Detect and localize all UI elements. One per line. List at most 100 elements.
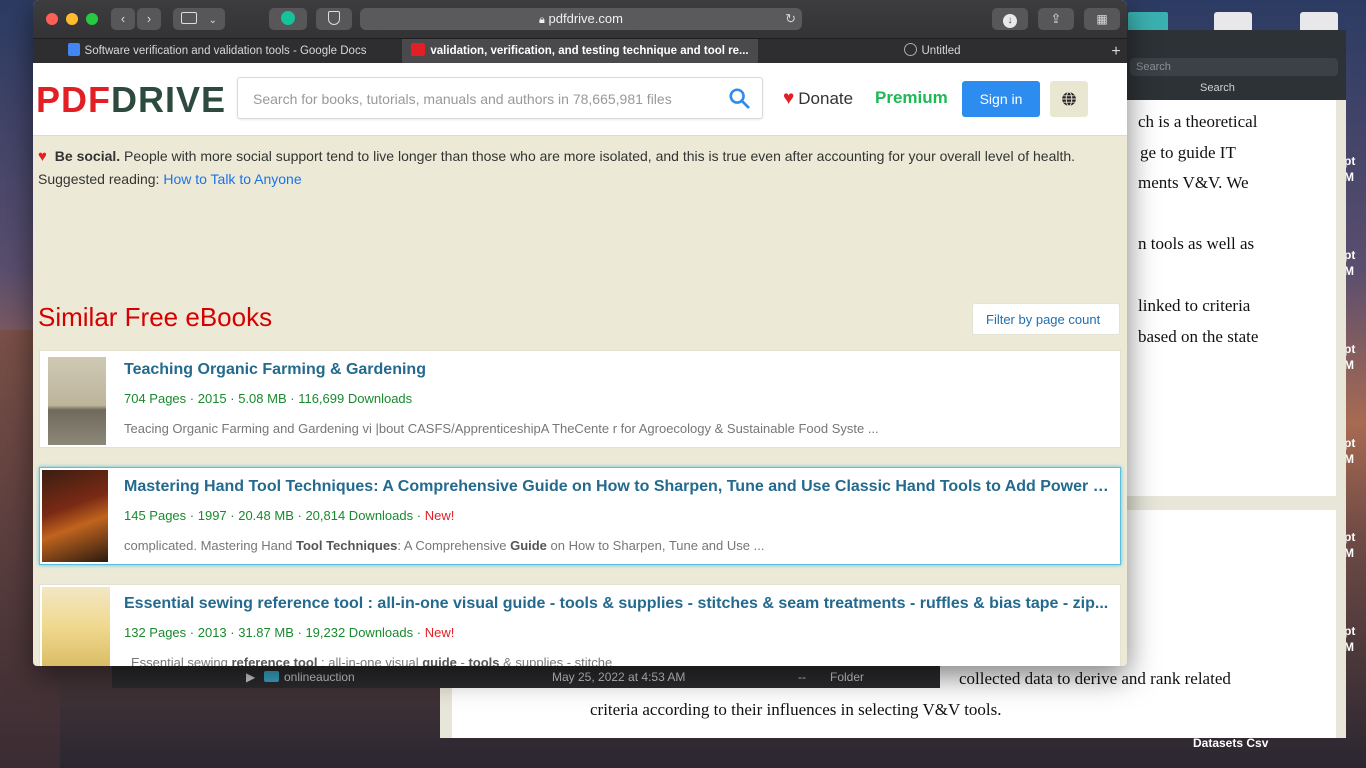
donate-link[interactable]: ♥ Donate bbox=[783, 88, 853, 110]
document-text-line: ge to guide IT bbox=[1140, 143, 1236, 162]
desktop-label: pt bbox=[1344, 154, 1356, 168]
book-title[interactable]: Teaching Organic Farming & Gardening bbox=[124, 361, 1114, 379]
language-button[interactable] bbox=[1050, 81, 1088, 117]
book-title[interactable]: Mastering Hand Tool Techniques: A Compre… bbox=[124, 478, 1114, 496]
book-cover-image[interactable] bbox=[48, 357, 106, 445]
book-downloads: 20,814 Downloads bbox=[305, 508, 414, 523]
search-icon[interactable] bbox=[728, 87, 750, 109]
heart-icon: ♥ bbox=[38, 148, 47, 165]
grid-icon: ▦ bbox=[1096, 12, 1108, 26]
book-description: complicated. Mastering Hand Tool Techniq… bbox=[124, 538, 765, 553]
tab-overview-button[interactable]: ▦ bbox=[1084, 8, 1120, 30]
forward-button[interactable]: › bbox=[137, 8, 161, 30]
book-meta: 704 Pages · 2015 · 5.08 MB · 116,699 Dow… bbox=[124, 391, 413, 406]
site-logo[interactable]: PDFDRIVE bbox=[36, 79, 226, 121]
similar-ebooks-heading: Similar Free eBooks bbox=[38, 302, 273, 332]
book-title[interactable]: Essential sewing reference tool : all-in… bbox=[124, 595, 1114, 613]
desktop-label: M bbox=[1344, 546, 1354, 560]
book-downloads: 19,232 Downloads bbox=[305, 625, 414, 640]
new-tab-button[interactable]: + bbox=[1105, 39, 1127, 64]
zoom-window-button[interactable] bbox=[86, 13, 98, 25]
share-icon: ⇪ bbox=[1050, 11, 1062, 26]
disclosure-triangle-icon[interactable]: ▶ bbox=[246, 670, 255, 684]
privacy-report-button[interactable] bbox=[316, 8, 352, 30]
book-year: 2013 bbox=[197, 625, 227, 640]
desktop-label: pt bbox=[1344, 624, 1356, 638]
logo-pdf-text: PDF bbox=[36, 79, 111, 120]
book-card[interactable]: Teaching Organic Farming & Gardening 704… bbox=[39, 350, 1121, 448]
document-text-line: linked to criteria bbox=[1138, 296, 1251, 315]
browser-toolbar: ‹ › ⌄ 🔒︎ pdfdrive.com ↻ ↓ ⇪ ▦ bbox=[33, 0, 1127, 38]
book-year: 2015 bbox=[197, 391, 227, 406]
finder-list-row[interactable]: ▶ onlineauction May 25, 2022 at 4:53 AM … bbox=[112, 666, 940, 688]
lock-icon: 🔒︎ bbox=[539, 14, 545, 26]
book-meta: 145 Pages · 1997 · 20.48 MB · 20,814 Dow… bbox=[124, 508, 455, 523]
finder-item-date: May 25, 2022 at 4:53 AM bbox=[552, 670, 686, 684]
premium-link[interactable]: Premium bbox=[875, 88, 948, 108]
desktop-folder-label[interactable]: Datasets Csv bbox=[1193, 736, 1268, 750]
book-card[interactable]: Mastering Hand Tool Techniques: A Compre… bbox=[39, 467, 1121, 565]
book-pages: 145 Pages bbox=[124, 508, 187, 523]
book-size: 20.48 MB bbox=[238, 508, 294, 523]
minimize-window-button[interactable] bbox=[66, 13, 78, 25]
book-card[interactable]: Essential sewing reference tool : all-in… bbox=[39, 584, 1121, 666]
sidebar-icon bbox=[180, 12, 197, 24]
pdfdrive-icon bbox=[411, 43, 426, 56]
book-cover-image[interactable] bbox=[42, 470, 108, 562]
sidebar-toggle-button[interactable]: ⌄ bbox=[173, 8, 225, 30]
sign-in-button[interactable]: Sign in bbox=[962, 81, 1040, 117]
tab-pdfdrive[interactable]: validation, verification, and testing te… bbox=[402, 39, 758, 64]
chevron-right-icon: › bbox=[146, 11, 152, 26]
finder-item-kind: Folder bbox=[830, 670, 865, 684]
address-bar-url: pdfdrive.com bbox=[548, 11, 623, 26]
desktop-label: pt bbox=[1344, 436, 1356, 450]
book-downloads: 116,699 Downloads bbox=[298, 391, 413, 406]
book-pages: 704 Pages bbox=[124, 391, 187, 406]
book-year: 1997 bbox=[197, 508, 227, 523]
tab-google-docs[interactable]: Software verification and validation too… bbox=[33, 39, 401, 64]
compass-icon bbox=[903, 43, 917, 56]
book-size: 31.87 MB bbox=[238, 625, 294, 640]
globe-icon bbox=[1062, 91, 1076, 107]
finder-item-size: -- bbox=[798, 670, 806, 684]
tab-untitled[interactable]: Untitled bbox=[759, 39, 1105, 64]
tab-label: validation, verification, and testing te… bbox=[430, 45, 749, 57]
desktop-label: M bbox=[1344, 452, 1354, 466]
document-text-line: based on the state bbox=[1138, 327, 1259, 346]
close-window-button[interactable] bbox=[46, 13, 58, 25]
document-text-line: n tools as well as bbox=[1138, 234, 1255, 253]
browser-window[interactable]: ‹ › ⌄ 🔒︎ pdfdrive.com ↻ ↓ ⇪ ▦ Software v… bbox=[33, 0, 1127, 666]
document-search-input[interactable]: Search bbox=[1130, 58, 1338, 76]
desktop-label: pt bbox=[1344, 530, 1356, 544]
new-badge: New! bbox=[424, 508, 455, 523]
chevron-down-icon: ⌄ bbox=[208, 15, 217, 26]
grammarly-icon bbox=[281, 11, 295, 25]
tab-label: Untitled bbox=[921, 45, 961, 57]
desktop-label: M bbox=[1344, 358, 1354, 372]
book-description: Essential sewing reference tool : all-in… bbox=[131, 655, 613, 666]
book-meta: 132 Pages · 2013 · 31.87 MB · 19,232 Dow… bbox=[124, 625, 455, 640]
search-box bbox=[237, 77, 763, 120]
share-button[interactable]: ⇪ bbox=[1038, 8, 1074, 30]
filter-label: Filter by page count bbox=[986, 312, 1101, 327]
document-text-line: criteria according to their influences i… bbox=[590, 700, 1002, 719]
grammarly-extension-button[interactable] bbox=[269, 8, 307, 30]
reload-icon[interactable]: ↻ bbox=[785, 8, 796, 30]
book-cover-image[interactable] bbox=[42, 587, 110, 666]
download-icon: ↓ bbox=[1003, 14, 1017, 28]
document-text-line: ch is a theoretical bbox=[1138, 112, 1258, 131]
back-button[interactable]: ‹ bbox=[111, 8, 135, 30]
search-input[interactable] bbox=[238, 78, 725, 120]
desktop-label: pt bbox=[1344, 342, 1356, 356]
book-description: Teacing Organic Farming and Gardening vi… bbox=[124, 421, 879, 436]
folder-icon bbox=[264, 671, 279, 682]
address-bar[interactable]: 🔒︎ pdfdrive.com ↻ bbox=[360, 8, 802, 30]
social-heading: Be social. bbox=[54, 148, 121, 164]
suggested-reading-link[interactable]: How to Talk to Anyone bbox=[163, 171, 301, 187]
document-search-label: Search bbox=[1200, 82, 1235, 94]
document-text-line: collected data to derive and rank relate… bbox=[959, 669, 1231, 688]
site-header: PDFDRIVE ♥Donate Premium Sign in bbox=[33, 63, 1127, 136]
filter-page-count-dropdown[interactable]: Filter by page count ⌄ bbox=[972, 303, 1120, 359]
desktop-label: pt bbox=[1344, 248, 1356, 262]
downloads-button[interactable]: ↓ bbox=[992, 8, 1028, 30]
